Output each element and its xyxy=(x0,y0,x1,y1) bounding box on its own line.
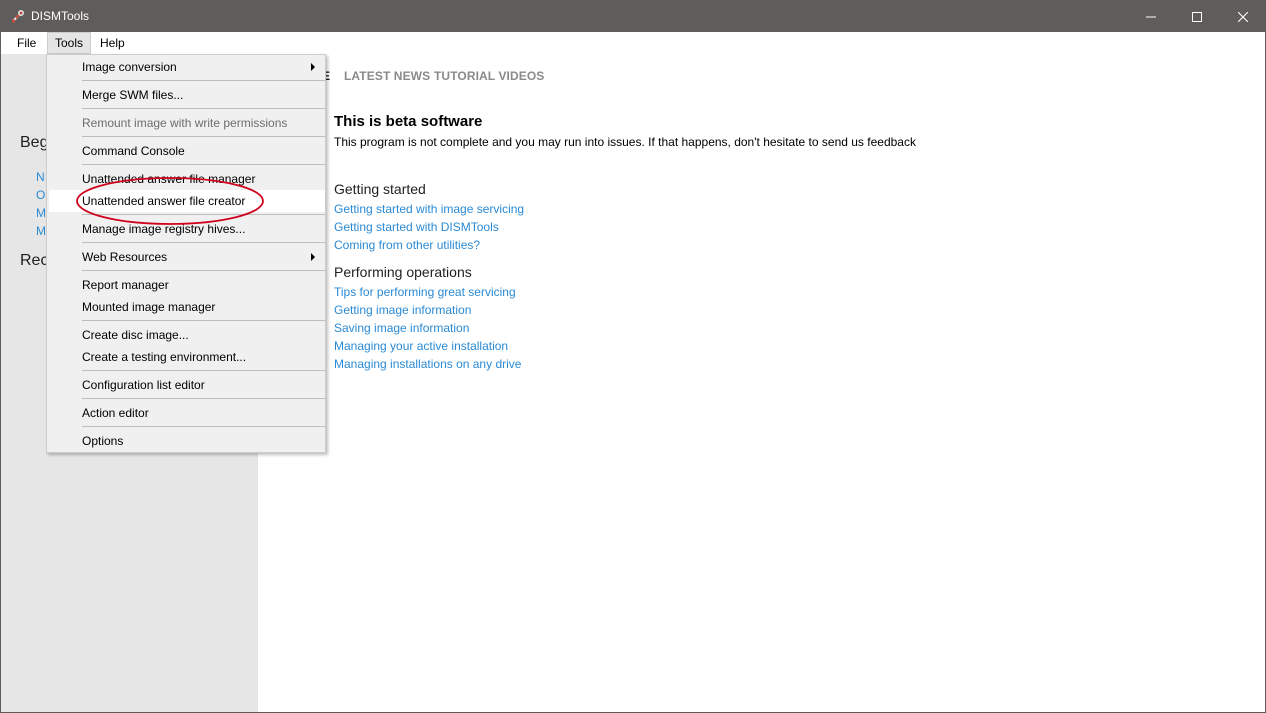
maximize-button[interactable] xyxy=(1174,1,1220,32)
tab-tutorial-videos[interactable]: TUTORIAL VIDEOS xyxy=(434,69,544,83)
menu-item-action-editor[interactable]: Action editor xyxy=(49,402,325,424)
menu-item-command-console[interactable]: Command Console xyxy=(49,140,325,162)
submenu-arrow-icon xyxy=(311,253,315,261)
recent-heading: Rec xyxy=(20,252,49,269)
link-image-information[interactable]: Getting image information xyxy=(334,303,471,317)
menu-separator xyxy=(82,136,325,137)
menu-separator xyxy=(82,426,325,427)
menu-item-remount-image: Remount image with write permissions xyxy=(49,112,325,134)
menu-separator xyxy=(82,164,325,165)
minimize-icon xyxy=(1146,16,1156,17)
menu-item-label: Options xyxy=(82,434,124,448)
menu-bar: File Tools Help xyxy=(1,32,1265,54)
getting-started-heading: Getting started xyxy=(334,181,426,197)
begin-link-4[interactable]: M xyxy=(36,224,46,238)
menu-item-create-disc-image[interactable]: Create disc image... xyxy=(49,324,325,346)
menu-separator xyxy=(82,370,325,371)
menu-item-label: Report manager xyxy=(82,278,169,292)
menu-item-label: Mounted image manager xyxy=(82,300,216,314)
begin-link-2[interactable]: O xyxy=(36,188,45,202)
menu-item-label: Remount image with write permissions xyxy=(82,116,288,130)
menu-item-label: Merge SWM files... xyxy=(82,88,184,102)
menu-item-label: Web Resources xyxy=(82,250,168,264)
link-other-utilities[interactable]: Coming from other utilities? xyxy=(334,238,480,252)
menu-separator xyxy=(82,398,325,399)
close-icon xyxy=(1238,11,1248,22)
app-window: DISMTools File Tools Help Beg N O M M Re… xyxy=(0,0,1266,713)
menu-tools[interactable]: Tools xyxy=(47,32,92,54)
beta-description: This program is not complete and you may… xyxy=(334,135,916,149)
menu-item-image-conversion[interactable]: Image conversion xyxy=(49,56,325,78)
link-active-installation[interactable]: Managing your active installation xyxy=(334,339,508,353)
title-bar[interactable]: DISMTools xyxy=(1,1,1265,32)
menu-file[interactable]: File xyxy=(10,32,43,54)
menu-item-label: Command Console xyxy=(82,144,185,158)
menu-help[interactable]: Help xyxy=(93,32,132,54)
menu-item-mounted-image-manager[interactable]: Mounted image manager xyxy=(49,296,325,318)
main-content: E LATEST NEWS TUTORIAL VIDEOS This is be… xyxy=(258,54,1265,712)
link-tips-servicing[interactable]: Tips for performing great servicing xyxy=(334,285,516,299)
menu-item-report-manager[interactable]: Report manager xyxy=(49,274,325,296)
menu-separator xyxy=(82,80,325,81)
menu-item-options[interactable]: Options xyxy=(49,430,325,452)
minimize-button[interactable] xyxy=(1128,1,1174,32)
begin-link-1[interactable]: N xyxy=(36,170,45,184)
menu-item-testing-environment[interactable]: Create a testing environment... xyxy=(49,346,325,368)
menu-item-web-resources[interactable]: Web Resources xyxy=(49,246,325,268)
beta-title: This is beta software xyxy=(334,113,483,130)
menu-separator xyxy=(82,270,325,271)
link-getting-started-dismtools[interactable]: Getting started with DISMTools xyxy=(334,220,499,234)
tab-latest-news[interactable]: LATEST NEWS xyxy=(344,69,430,83)
link-saving-image-info[interactable]: Saving image information xyxy=(334,321,469,335)
menu-item-label: Configuration list editor xyxy=(82,378,205,392)
menu-item-label: Image conversion xyxy=(82,60,177,74)
performing-operations-heading: Performing operations xyxy=(334,264,472,280)
menu-item-merge-swm[interactable]: Merge SWM files... xyxy=(49,84,325,106)
menu-item-label: Action editor xyxy=(82,406,149,420)
tools-dropdown-menu: Image conversion Merge SWM files... Remo… xyxy=(46,54,326,453)
window-title: DISMTools xyxy=(31,9,90,23)
link-installations-any-drive[interactable]: Managing installations on any drive xyxy=(334,357,521,371)
close-button[interactable] xyxy=(1220,1,1265,32)
menu-item-configuration-list-editor[interactable]: Configuration list editor xyxy=(49,374,325,396)
menu-separator xyxy=(82,108,325,109)
begin-heading: Beg xyxy=(20,134,49,151)
submenu-arrow-icon xyxy=(311,63,315,71)
menu-item-label: Create disc image... xyxy=(82,328,189,342)
menu-item-label: Create a testing environment... xyxy=(82,350,247,364)
menu-separator xyxy=(82,320,325,321)
dismtools-tools-icon xyxy=(12,10,24,23)
highlight-ellipse-annotation xyxy=(76,177,264,225)
maximize-icon xyxy=(1192,11,1202,22)
begin-link-3[interactable]: M xyxy=(36,206,46,220)
link-image-servicing[interactable]: Getting started with image servicing xyxy=(334,202,524,216)
menu-separator xyxy=(82,242,325,243)
